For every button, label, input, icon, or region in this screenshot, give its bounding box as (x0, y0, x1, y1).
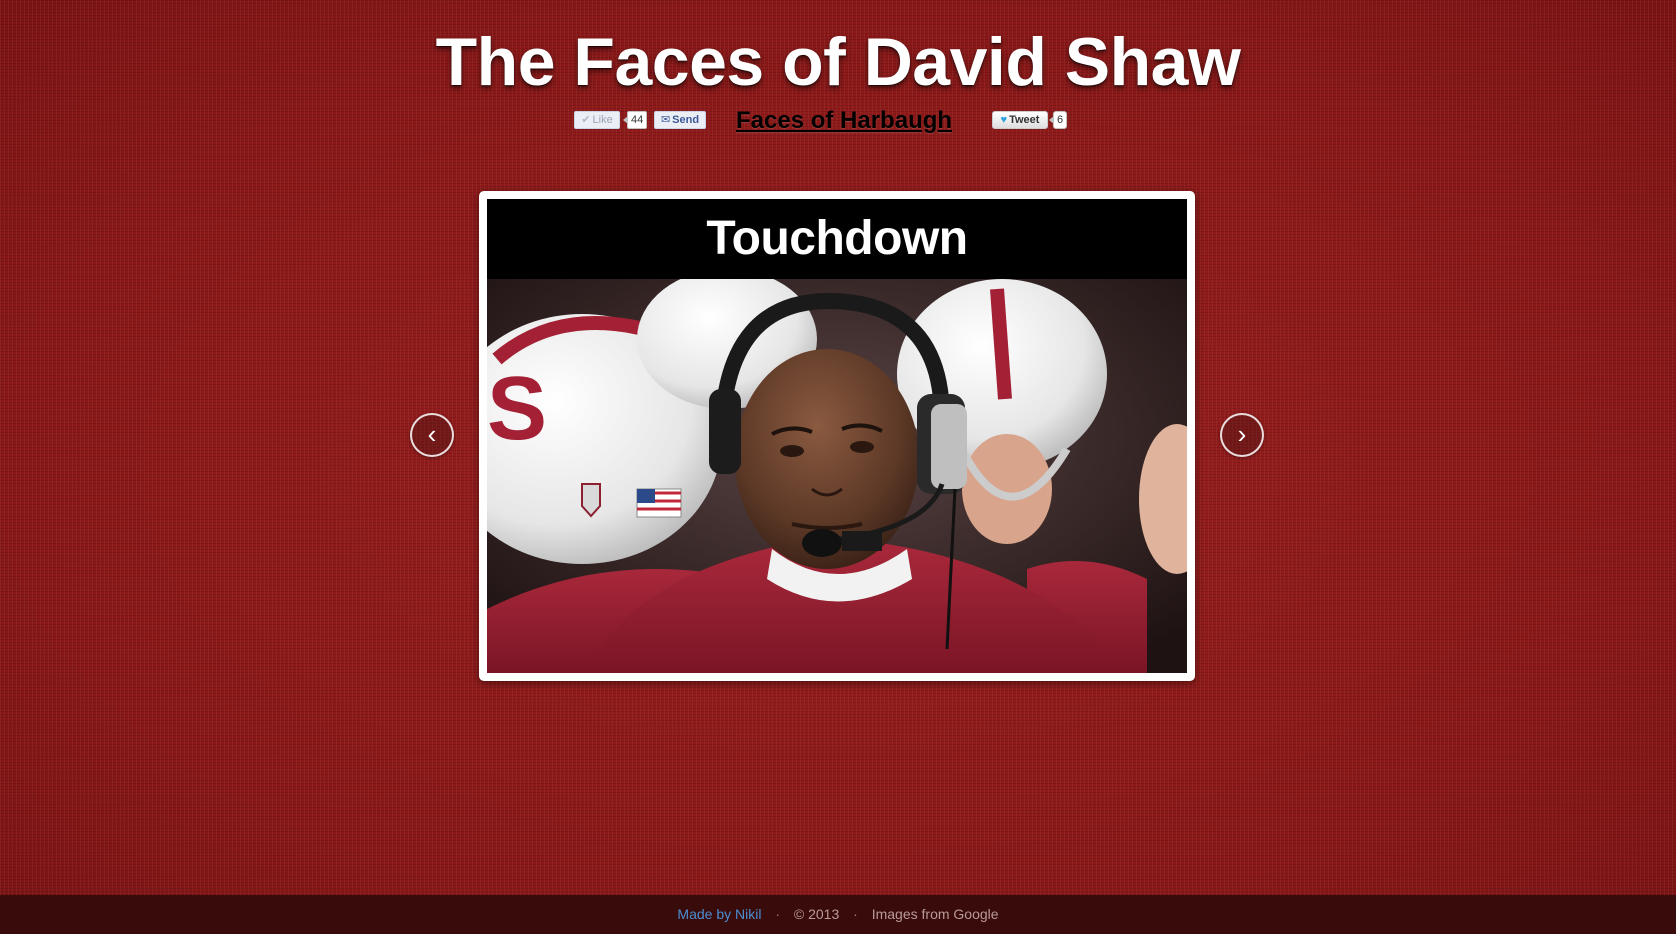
thumbs-up-icon: ✔ (581, 114, 591, 126)
carousel-prev-button[interactable]: ‹ (410, 413, 454, 457)
send-icon: ✉ (660, 114, 671, 126)
social-bar: ✔ Like 44 ✉ Send Faces of Harbaugh ♥ Tweet … (0, 108, 1676, 134)
footer-separator: · (853, 906, 858, 922)
facebook-like-button[interactable]: ✔ Like (574, 111, 620, 129)
like-label: Like (592, 114, 613, 126)
tweet-count-badge: 6 (1048, 111, 1068, 129)
carousel-next-button[interactable]: › (1220, 413, 1264, 457)
page-title: The Faces of David Shaw (435, 24, 1241, 100)
slide-caption: Touchdown (487, 199, 1187, 279)
svg-text:S: S (487, 359, 547, 459)
site-footer: Made by Nikil · © 2013 · Images from Goo… (0, 895, 1676, 934)
facebook-send-button[interactable]: ✉ Send (654, 111, 706, 129)
photo-carousel: Touchdown S (479, 191, 1195, 681)
twitter-bird-icon: ♥ (1000, 114, 1008, 126)
coach-photo-illustration: S (487, 279, 1187, 673)
slide-photo: S (487, 279, 1187, 673)
made-by-link[interactable]: Made by Nikil (677, 906, 761, 922)
tweet-label: Tweet (1009, 114, 1040, 126)
images-credit-text: Images from Google (871, 906, 999, 922)
send-label: Send (672, 114, 700, 126)
like-count-badge: 44 (622, 111, 648, 129)
footer-separator: · (775, 906, 781, 922)
tweet-button[interactable]: ♥ Tweet (992, 111, 1048, 129)
copyright-text: © 2013 (793, 906, 840, 922)
faces-of-harbaugh-link[interactable]: Faces of Harbaugh (736, 108, 952, 134)
